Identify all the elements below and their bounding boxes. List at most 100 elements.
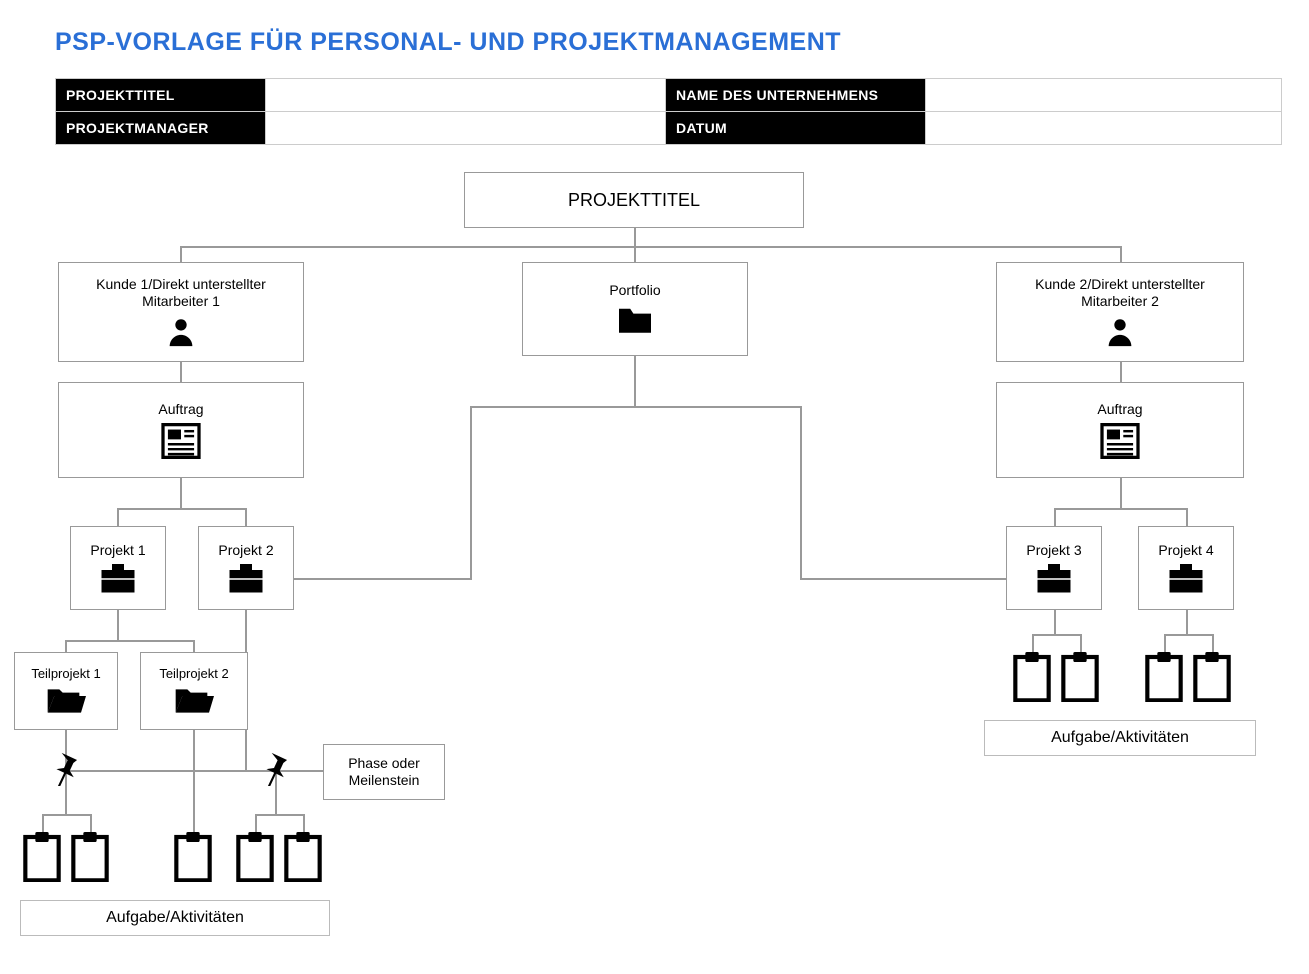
connector: [1120, 362, 1122, 382]
node-customer-2-label: Kunde 2/Direkt unterstellter Mitarbeiter…: [1003, 276, 1237, 311]
newspaper-icon: [1100, 423, 1140, 459]
connector: [800, 406, 802, 580]
node-project-3-label: Projekt 3: [1026, 542, 1081, 560]
clipboard-icon: [1012, 652, 1052, 702]
clipboard-icon: [235, 832, 275, 882]
connector: [1120, 478, 1122, 508]
node-root: PROJEKTTITEL: [464, 172, 804, 228]
connector: [1164, 634, 1166, 652]
node-portfolio-label: Portfolio: [609, 282, 660, 300]
clipboard-icon: [1060, 652, 1100, 702]
node-order-right: Auftrag: [996, 382, 1244, 478]
pushpin-icon: [46, 750, 82, 786]
node-project-4: Projekt 4: [1138, 526, 1234, 610]
connector: [65, 640, 193, 642]
connector: [180, 246, 1120, 248]
pushpin-icon: [256, 750, 292, 786]
connector: [303, 814, 305, 832]
header-value-date[interactable]: [926, 112, 1282, 145]
header-table: PROJEKTTITEL NAME DES UNTERNEHMENS PROJE…: [55, 78, 1282, 145]
header-value-company[interactable]: [926, 79, 1282, 112]
briefcase-icon: [1036, 564, 1072, 594]
node-phase-label: Phase oder Meilenstein: [330, 755, 438, 790]
connector: [117, 508, 119, 526]
connector: [1032, 634, 1034, 652]
connector: [117, 508, 245, 510]
connector: [180, 478, 182, 508]
newspaper-icon: [161, 423, 201, 459]
node-customer-1-label: Kunde 1/Direkt unterstellter Mitarbeiter…: [65, 276, 297, 311]
connector: [193, 640, 195, 652]
clipboard-icon: [1144, 652, 1184, 702]
header-label-manager: PROJEKTMANAGER: [56, 112, 266, 145]
folder-open-icon: [46, 686, 86, 716]
node-portfolio: Portfolio: [522, 262, 748, 356]
node-subproject-1: Teilprojekt 1: [14, 652, 118, 730]
node-order-right-label: Auftrag: [1097, 401, 1142, 419]
connector: [634, 356, 636, 406]
person-icon: [164, 315, 198, 349]
connector: [42, 814, 90, 816]
connector: [1054, 508, 1056, 526]
connector: [634, 228, 636, 246]
node-subproject-1-label: Teilprojekt 1: [31, 666, 100, 682]
clipboard-icon: [22, 832, 62, 882]
connector: [42, 814, 44, 832]
connector: [1032, 634, 1080, 636]
clipboard-icon: [173, 832, 213, 882]
connector: [470, 406, 472, 580]
caption-tasks-right: Aufgabe/Aktivitäten: [984, 720, 1256, 756]
caption-tasks-left: Aufgabe/Aktivitäten: [20, 900, 330, 936]
clipboard-icon: [283, 832, 323, 882]
folder-open-icon: [174, 686, 214, 716]
connector: [292, 578, 472, 580]
node-subproject-2-label: Teilprojekt 2: [159, 666, 228, 682]
connector: [1120, 246, 1122, 262]
clipboard-icon: [1192, 652, 1232, 702]
connector: [245, 508, 247, 526]
connector: [180, 246, 182, 262]
connector: [255, 814, 257, 832]
page-title: PSP-VORLAGE FÜR PERSONAL- UND PROJEKTMAN…: [55, 28, 841, 57]
connector: [90, 814, 92, 832]
node-project-2: Projekt 2: [198, 526, 294, 610]
connector: [470, 406, 800, 408]
connector: [117, 610, 119, 640]
node-root-label: PROJEKTTITEL: [568, 189, 700, 212]
connector: [1212, 634, 1214, 652]
node-project-1-label: Projekt 1: [90, 542, 145, 560]
node-project-3: Projekt 3: [1006, 526, 1102, 610]
briefcase-icon: [1168, 564, 1204, 594]
connector: [193, 730, 195, 814]
connector: [180, 362, 182, 382]
connector: [1054, 508, 1186, 510]
connector: [1164, 634, 1212, 636]
clipboard-icon: [70, 832, 110, 882]
header-label-date: DATUM: [666, 112, 926, 145]
header-label-company: NAME DES UNTERNEHMENS: [666, 79, 926, 112]
node-customer-2: Kunde 2/Direkt unterstellter Mitarbeiter…: [996, 262, 1244, 362]
person-icon: [1103, 315, 1137, 349]
folder-icon: [615, 304, 655, 336]
node-phase: Phase oder Meilenstein: [323, 744, 445, 800]
connector: [1186, 610, 1188, 634]
briefcase-icon: [100, 564, 136, 594]
connector: [800, 578, 1006, 580]
connector: [1054, 610, 1056, 634]
connector: [1186, 508, 1188, 526]
node-project-4-label: Projekt 4: [1158, 542, 1213, 560]
node-subproject-2: Teilprojekt 2: [140, 652, 248, 730]
header-label-project-title: PROJEKTTITEL: [56, 79, 266, 112]
connector: [193, 814, 195, 832]
connector: [634, 246, 636, 262]
briefcase-icon: [228, 564, 264, 594]
header-value-manager[interactable]: [266, 112, 666, 145]
node-project-2-label: Projekt 2: [218, 542, 273, 560]
connector: [65, 640, 67, 652]
connector: [255, 814, 303, 816]
node-customer-1: Kunde 1/Direkt unterstellter Mitarbeiter…: [58, 262, 304, 362]
connector: [1080, 634, 1082, 652]
node-order-left: Auftrag: [58, 382, 304, 478]
header-value-project-title[interactable]: [266, 79, 666, 112]
node-order-left-label: Auftrag: [158, 401, 203, 419]
